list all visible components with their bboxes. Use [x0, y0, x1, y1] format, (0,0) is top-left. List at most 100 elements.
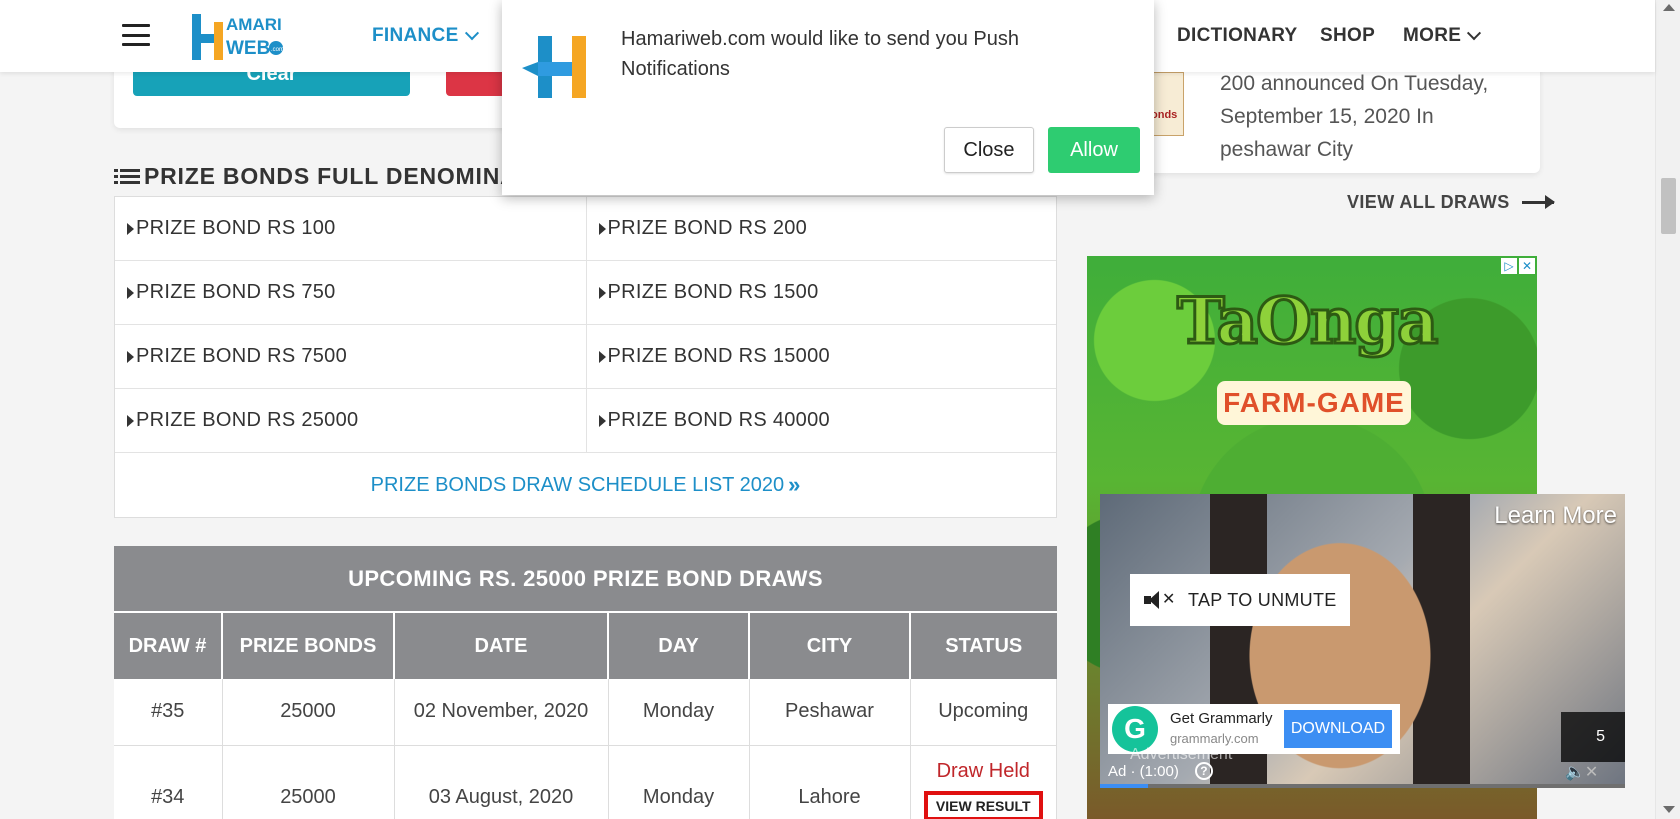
denomination-grid: PRIZE BOND RS 100 PRIZE BOND RS 200 PRIZ…: [114, 196, 1057, 518]
close-button[interactable]: Close: [944, 127, 1034, 173]
schedule-list-link[interactable]: PRIZE BONDS DRAW SCHEDULE LIST 2020 »: [115, 453, 1056, 517]
prize-bond: 25000: [222, 745, 395, 819]
denomination-link[interactable]: PRIZE BOND RS 7500: [115, 325, 586, 388]
denomination-label: PRIZE BOND RS 7500: [136, 345, 348, 367]
table-row: #34 25000 03 August, 2020 Monday Lahore …: [114, 745, 1057, 819]
tap-to-unmute-button[interactable]: ✕ TAP TO UNMUTE: [1130, 574, 1350, 626]
skip-countdown[interactable]: 5 🔈✕: [1561, 712, 1625, 781]
list-icon: [114, 167, 140, 187]
denomination-label: PRIZE BOND RS 40000: [607, 409, 830, 431]
denomination-link[interactable]: PRIZE BOND RS 750: [115, 261, 586, 324]
nav-dictionary-label: DICTIONARY: [1177, 25, 1298, 46]
upcoming-draws-table: UPCOMING RS. 25000 PRIZE BOND DRAWS DRAW…: [114, 546, 1057, 819]
caret-right-icon: [127, 414, 134, 427]
denomination-row: PRIZE BOND RS 7500 PRIZE BOND RS 15000: [115, 325, 1056, 389]
ad-timer-text: Ad · (1:00): [1108, 762, 1179, 780]
section-title: PRIZE BONDS FULL DENOMINA: [114, 163, 518, 190]
chevron-down-icon: [464, 26, 479, 41]
nav-more-label: MORE: [1403, 25, 1462, 46]
draw-status: Upcoming: [910, 679, 1057, 746]
allow-button[interactable]: Allow: [1048, 127, 1140, 173]
nav-finance[interactable]: FINANCE: [372, 25, 479, 47]
denomination-label: PRIZE BOND RS 200: [607, 217, 808, 239]
schedule-list-label: PRIZE BONDS DRAW SCHEDULE LIST 2020: [370, 473, 785, 496]
view-result-button[interactable]: VIEW RESULT: [923, 790, 1043, 819]
view-all-draws-link[interactable]: VIEW ALL DRAWS: [1347, 192, 1555, 213]
caret-right-icon: [598, 350, 606, 363]
ad-choices[interactable]: ▷ ✕: [1501, 258, 1535, 274]
hamariweb-h-logo: [520, 32, 602, 102]
draw-date: 03 August, 2020: [394, 745, 609, 819]
draw-date: 02 November, 2020: [394, 679, 609, 746]
scroll-down-icon[interactable]: [1663, 806, 1675, 813]
hamariweb-logo[interactable]: AMARI WEB .com: [190, 8, 290, 64]
scroll-thumb[interactable]: [1661, 178, 1676, 234]
table-row: #35 25000 02 November, 2020 Monday Pesha…: [114, 679, 1057, 746]
double-chevron-right-icon: »: [788, 472, 801, 497]
video-ad-player[interactable]: Learn More ✕ TAP TO UNMUTE G Get Grammar…: [1100, 494, 1625, 788]
draw-day: Monday: [608, 745, 750, 819]
push-notification-dialog: Hamariweb.com would like to send you Pus…: [502, 0, 1154, 195]
draws-table-title: UPCOMING RS. 25000 PRIZE BOND DRAWS: [114, 546, 1057, 613]
denomination-link[interactable]: PRIZE BOND RS 1500: [585, 261, 1057, 324]
thumb-text: onds: [1151, 109, 1178, 121]
column-header: CITY: [749, 613, 911, 679]
denomination-link[interactable]: PRIZE BOND RS 40000: [585, 389, 1057, 452]
push-message: Hamariweb.com would like to send you Pus…: [621, 28, 1019, 80]
draw-city: Lahore: [749, 745, 911, 819]
ad-info-icon[interactable]: ▷: [1501, 258, 1517, 274]
close-icon[interactable]: ✕: [1519, 258, 1535, 274]
page-scrollbar[interactable]: [1655, 0, 1680, 819]
caret-right-icon: [127, 286, 134, 299]
hamburger-menu-icon[interactable]: [122, 24, 150, 46]
draw-number: #34: [114, 745, 223, 819]
draw-announcement[interactable]: 200 announced On Tuesday, September 15, …: [1220, 67, 1510, 166]
svg-text:WEB: WEB: [226, 38, 270, 59]
draws-table: DRAW # PRIZE BONDS DATE DAY CITY STATUS …: [114, 613, 1057, 819]
unmute-label: TAP TO UNMUTE: [1188, 589, 1337, 610]
draw-city: Peshawar: [749, 679, 911, 746]
caret-right-icon: [127, 350, 134, 363]
denomination-row: PRIZE BOND RS 100 PRIZE BOND RS 200: [115, 197, 1056, 261]
denomination-row: PRIZE BOND RS 750 PRIZE BOND RS 1500: [115, 261, 1056, 325]
draw-day: Monday: [608, 679, 750, 746]
denomination-label: PRIZE BOND RS 750: [136, 281, 336, 303]
mute-icon[interactable]: 🔈✕: [1565, 762, 1598, 782]
caret-right-icon: [127, 222, 134, 235]
scroll-up-icon[interactable]: [1663, 4, 1675, 11]
denomination-link[interactable]: PRIZE BOND RS 15000: [585, 325, 1057, 388]
farm-game-label: FARM-GAME: [1217, 381, 1411, 425]
nav-finance-label: FINANCE: [372, 25, 459, 46]
draw-number: #35: [114, 679, 223, 746]
column-header: DATE: [394, 613, 609, 679]
muted-speaker-icon: ✕: [1144, 591, 1175, 609]
column-header: DAY: [608, 613, 750, 679]
denomination-label: PRIZE BOND RS 25000: [136, 409, 359, 431]
column-header: STATUS: [910, 613, 1057, 679]
nav-shop[interactable]: SHOP: [1320, 25, 1375, 47]
grammarly-name: Get Grammarly: [1170, 710, 1273, 727]
column-header: DRAW #: [114, 613, 223, 679]
learn-more-link[interactable]: Learn More: [1494, 502, 1617, 530]
denomination-link[interactable]: PRIZE BOND RS 100: [115, 197, 586, 260]
caret-right-icon: [598, 286, 606, 299]
skip-count: 5: [1596, 728, 1605, 745]
arrow-right-icon: [1521, 195, 1555, 209]
nav-more[interactable]: MORE: [1403, 25, 1482, 47]
help-icon[interactable]: ?: [1194, 762, 1213, 780]
denomination-label: PRIZE BOND RS 15000: [607, 345, 830, 367]
video-progress-bar[interactable]: [1100, 784, 1625, 788]
denomination-link[interactable]: PRIZE BOND RS 25000: [115, 389, 586, 452]
denomination-label: PRIZE BOND RS 1500: [607, 281, 819, 303]
download-button[interactable]: DOWNLOAD: [1284, 710, 1392, 748]
caret-right-icon: [598, 222, 606, 235]
nav-shop-label: SHOP: [1320, 25, 1376, 46]
denomination-label: PRIZE BOND RS 100: [136, 217, 336, 239]
ad-timer: Ad · (1:00) ?: [1108, 762, 1213, 780]
prize-bond-thumbnail[interactable]: onds: [1150, 72, 1184, 136]
chevron-down-icon: [1467, 26, 1482, 41]
denomination-row: PRIZE BOND RS 25000 PRIZE BOND RS 40000: [115, 389, 1056, 453]
denomination-link[interactable]: PRIZE BOND RS 200: [585, 197, 1057, 260]
column-header: PRIZE BONDS: [222, 613, 395, 679]
nav-dictionary[interactable]: DICTIONARY: [1177, 25, 1298, 47]
